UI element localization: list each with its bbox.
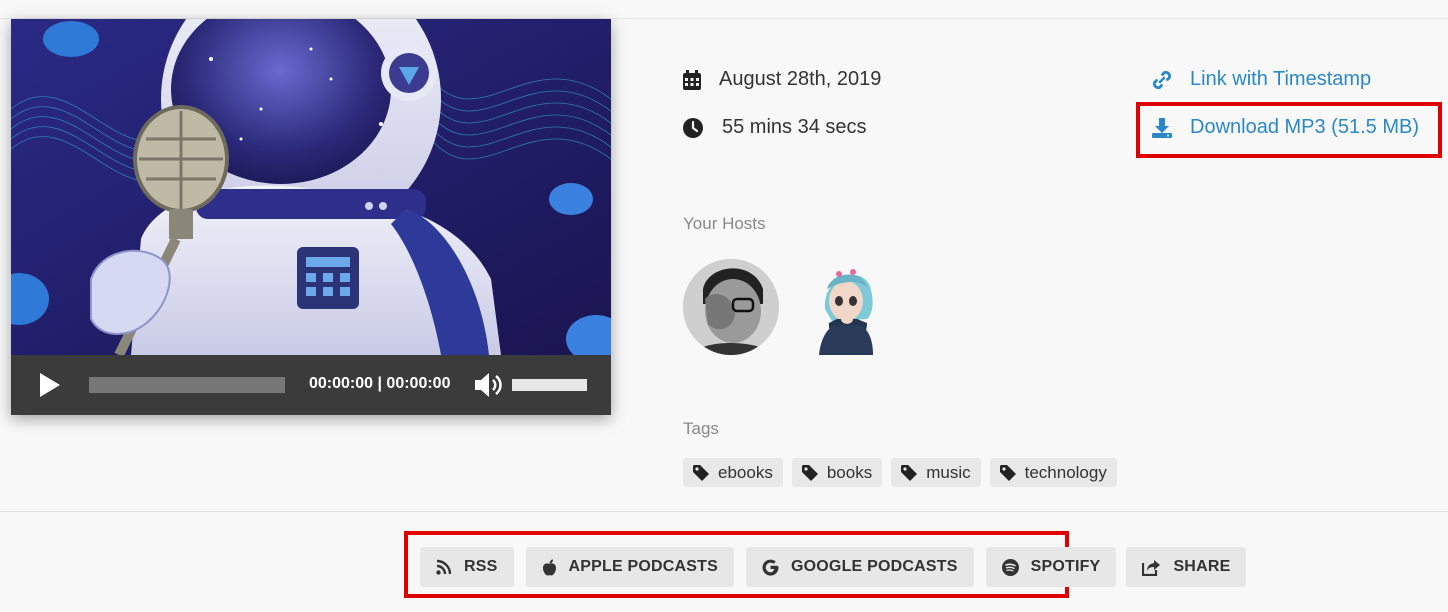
rss-icon bbox=[436, 559, 452, 575]
tags-heading: Tags bbox=[683, 419, 719, 438]
link-with-timestamp-label: Link with Timestamp bbox=[1190, 68, 1372, 90]
clock-icon bbox=[683, 117, 703, 138]
rss-button[interactable]: RSS bbox=[420, 547, 514, 587]
download-mp3-link[interactable]: Download MP3 (51.5 MB) bbox=[1150, 116, 1419, 139]
link-with-timestamp[interactable]: Link with Timestamp bbox=[1150, 68, 1371, 91]
episode-date: August 28th, 2019 bbox=[683, 68, 881, 91]
episode-artwork bbox=[11, 19, 611, 355]
tag-label: books bbox=[826, 462, 873, 482]
apple-icon bbox=[542, 559, 556, 576]
tag-books[interactable]: books bbox=[791, 458, 883, 487]
tag-label: ebooks bbox=[718, 462, 773, 482]
link-icon bbox=[1152, 70, 1172, 89]
google-podcasts-button[interactable]: GOOGLE PODCASTS bbox=[746, 547, 974, 587]
google-icon bbox=[762, 559, 779, 576]
tag-icon bbox=[999, 464, 1016, 481]
episode-duration-text: 55 mins 34 secs bbox=[722, 116, 867, 138]
share-icon bbox=[1142, 559, 1161, 576]
host-cartoon bbox=[819, 269, 873, 355]
tag-ebooks[interactable]: ebooks bbox=[683, 458, 783, 487]
spotify-icon bbox=[1001, 558, 1019, 576]
tag-label: music bbox=[926, 462, 971, 482]
episode-duration: 55 mins 34 secs bbox=[683, 116, 867, 139]
tag-music[interactable]: music bbox=[891, 458, 981, 487]
google-podcasts-label: GOOGLE PODCASTS bbox=[791, 558, 958, 575]
share-button[interactable]: SHARE bbox=[1126, 547, 1247, 587]
download-icon bbox=[1152, 117, 1172, 138]
spotify-button[interactable]: SPOTIFY bbox=[985, 547, 1117, 587]
spotify-label: SPOTIFY bbox=[1030, 558, 1101, 575]
host-photo bbox=[683, 259, 779, 355]
apple-podcasts-button[interactable]: APPLE PODCASTS bbox=[525, 547, 734, 587]
playback-progress-bar[interactable] bbox=[89, 377, 285, 393]
volume-icon[interactable] bbox=[473, 371, 503, 399]
share-label: SHARE bbox=[1173, 558, 1231, 575]
hosts-heading: Your Hosts bbox=[683, 214, 766, 233]
volume-slider[interactable] bbox=[512, 379, 587, 391]
tag-icon bbox=[901, 464, 918, 481]
host-avatar-2[interactable] bbox=[797, 259, 893, 355]
play-icon[interactable] bbox=[37, 371, 63, 399]
download-mp3-label: Download MP3 (51.5 MB) bbox=[1190, 116, 1419, 138]
audio-player: 00:00:00 | 00:00:00 bbox=[11, 355, 611, 415]
host-avatar-1[interactable] bbox=[683, 259, 779, 355]
episode-date-text: August 28th, 2019 bbox=[719, 68, 882, 90]
tag-icon bbox=[801, 464, 818, 481]
rss-label: RSS bbox=[464, 558, 498, 575]
episode-cover-player: 00:00:00 | 00:00:00 bbox=[11, 19, 611, 415]
tag-label: technology bbox=[1024, 462, 1107, 482]
section-divider bbox=[0, 511, 1448, 512]
calendar-icon bbox=[683, 69, 701, 90]
subscribe-bar: RSS APPLE PODCASTS GOOGLE PODCASTS SPOTI… bbox=[420, 547, 1247, 587]
tag-technology[interactable]: technology bbox=[989, 458, 1117, 487]
tag-icon bbox=[693, 464, 709, 481]
playback-time: 00:00:00 | 00:00:00 bbox=[309, 375, 451, 392]
tag-list: ebooks books music technology bbox=[683, 458, 1117, 487]
apple-podcasts-label: APPLE PODCASTS bbox=[568, 558, 718, 575]
